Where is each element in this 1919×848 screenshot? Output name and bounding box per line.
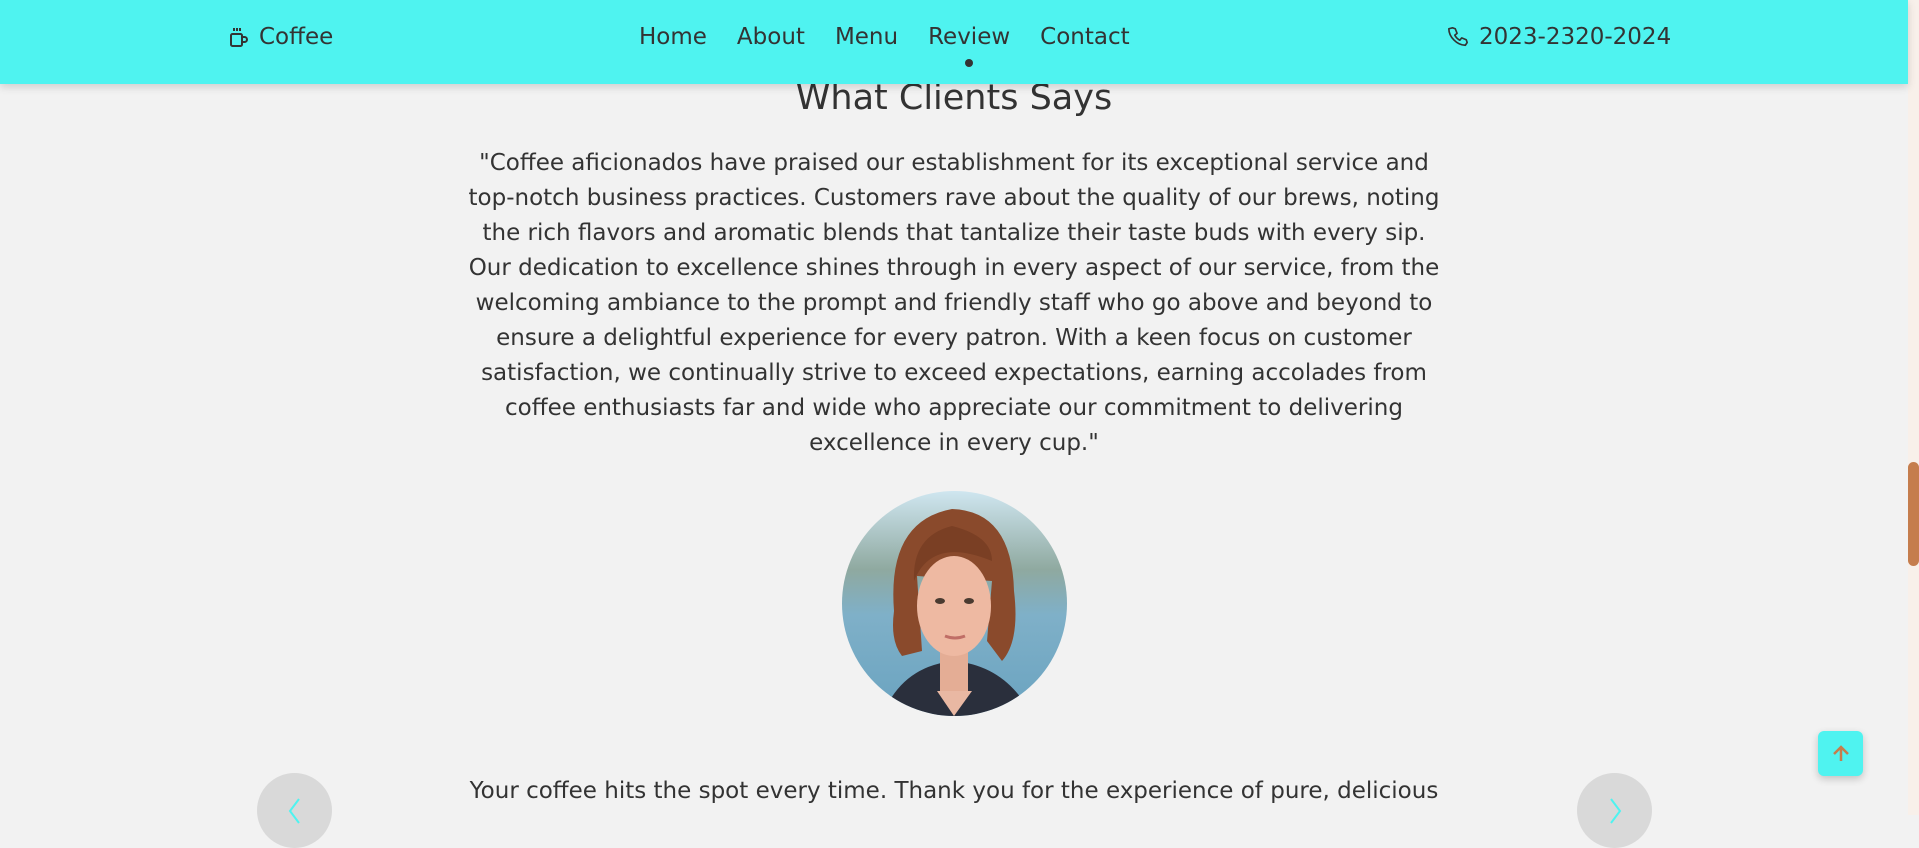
site-header: Coffee Home About Menu Review Contact 20… bbox=[0, 0, 1908, 84]
nav-review[interactable]: Review bbox=[928, 24, 1010, 67]
arrow-up-icon bbox=[1832, 744, 1849, 761]
nav-about[interactable]: About bbox=[737, 24, 805, 50]
main-nav: Home About Menu Review Contact bbox=[639, 24, 1130, 67]
phone-contact[interactable]: 2023-2320-2024 bbox=[1447, 24, 1671, 50]
testimonial-quote: "Coffee aficionados have praised our est… bbox=[468, 150, 1440, 456]
scrollbar-track[interactable] bbox=[1908, 0, 1919, 815]
nav-menu[interactable]: Menu bbox=[835, 24, 898, 50]
nav-contact[interactable]: Contact bbox=[1040, 24, 1129, 50]
phone-number: 2023-2320-2024 bbox=[1479, 24, 1672, 50]
logo[interactable]: Coffee bbox=[229, 24, 333, 50]
phone-icon bbox=[1448, 27, 1468, 47]
client-avatar bbox=[842, 491, 1067, 716]
back-to-top-button[interactable] bbox=[1818, 731, 1863, 776]
scrollbar-thumb[interactable] bbox=[1908, 462, 1919, 566]
review-text: Your coffee hits the spot every time. Th… bbox=[469, 778, 1439, 804]
nav-home[interactable]: Home bbox=[639, 24, 707, 50]
section-title: What Clients Says bbox=[795, 78, 1113, 118]
coffee-cup-icon bbox=[230, 28, 248, 47]
logo-text: Coffee bbox=[259, 24, 334, 50]
